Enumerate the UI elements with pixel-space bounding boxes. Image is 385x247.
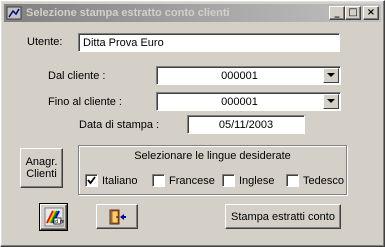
lang-francese-checkbox[interactable]: Francese	[152, 174, 215, 187]
close-icon: ×	[366, 7, 376, 18]
svg-text:d m: d m	[55, 219, 64, 225]
exit-button[interactable]	[96, 204, 138, 229]
checkbox-icon	[152, 174, 165, 187]
config-button[interactable]: d m	[39, 203, 68, 231]
data-stampa-value: 05/11/2003	[218, 118, 274, 131]
dal-cliente-label: Dal cliente :	[48, 70, 106, 82]
minimize-icon: _	[334, 7, 340, 18]
dal-cliente-combo[interactable]: 000001	[156, 66, 341, 85]
checkbox-checked-icon	[85, 174, 98, 187]
minimize-button[interactable]: _	[329, 6, 345, 20]
print-statements-button[interactable]: Stampa estratti conto	[225, 204, 341, 229]
utente-label: Utente:	[27, 36, 63, 48]
utente-value: Ditta Prova Euro	[83, 36, 164, 49]
lang-inglese-checkbox[interactable]: Inglese	[222, 174, 274, 187]
fino-cliente-label: Fino al cliente :	[48, 96, 122, 108]
data-stampa-label: Data di stampa :	[79, 119, 160, 131]
utente-field[interactable]: Ditta Prova Euro	[78, 33, 340, 52]
languages-group: Selezionare le lingue desiderate Italian…	[78, 145, 347, 195]
chevron-down-icon[interactable]	[323, 68, 339, 83]
lang-italiano-label: Italiano	[102, 174, 138, 187]
lang-tedesco-label: Tedesco	[303, 174, 344, 187]
title-bar[interactable]: Selezione stampa estratto conto clienti …	[4, 4, 381, 22]
maximize-button[interactable]: □	[345, 6, 361, 20]
lang-francese-label: Francese	[169, 174, 215, 187]
languages-title: Selezionare le lingue desiderate	[134, 150, 291, 162]
anagr-clienti-button[interactable]: Anagr. Clienti	[20, 148, 63, 188]
dialog-window: Selezione stampa estratto conto clienti …	[0, 0, 385, 247]
checkbox-icon	[222, 174, 235, 187]
app-icon	[6, 6, 22, 20]
close-button[interactable]: ×	[363, 6, 379, 20]
lang-tedesco-checkbox[interactable]: Tedesco	[286, 174, 344, 187]
data-stampa-field[interactable]: 05/11/2003	[187, 115, 305, 134]
print-statements-label: Stampa estratti conto	[231, 210, 335, 223]
chevron-down-icon[interactable]	[323, 94, 339, 109]
exit-door-icon	[109, 209, 126, 224]
anagr-line1: Anagr.	[25, 156, 58, 168]
fino-cliente-combo[interactable]: 000001	[156, 92, 341, 111]
anagr-line2: Clienti	[26, 168, 57, 180]
lang-italiano-checkbox[interactable]: Italiano	[85, 174, 137, 187]
window-title: Selezione stampa estratto conto clienti	[26, 7, 230, 19]
dal-cliente-value: 000001	[221, 69, 258, 82]
chart-settings-icon: d m	[44, 207, 64, 227]
lang-inglese-label: Inglese	[239, 174, 275, 187]
maximize-icon: □	[348, 7, 358, 18]
fino-cliente-value: 000001	[221, 95, 258, 108]
checkbox-icon	[286, 174, 299, 187]
